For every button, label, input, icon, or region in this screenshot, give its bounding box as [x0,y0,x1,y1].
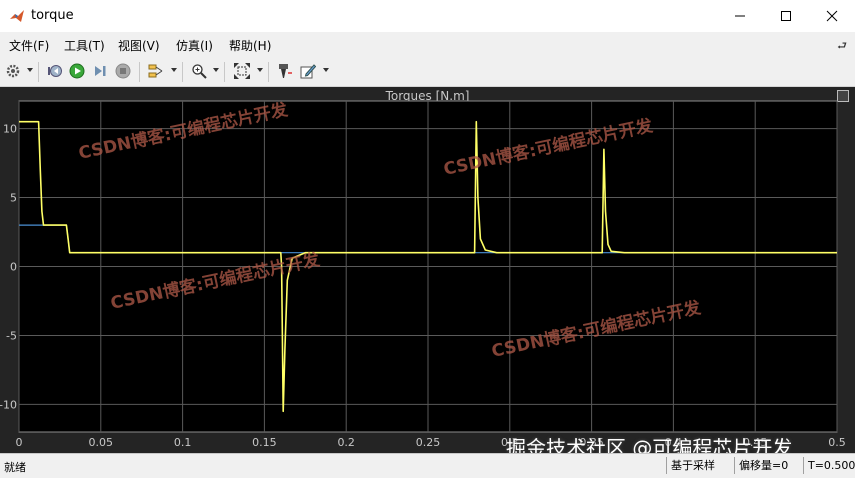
y-tick-label: -10 [0,398,17,411]
edit-style-icon [300,64,316,79]
zoom-icon [192,64,207,79]
x-tick-label: 0.2 [337,436,355,449]
toolbar-separator [38,62,39,82]
edit-style-button[interactable] [298,61,318,81]
y-tick-label: 0 [10,261,17,274]
run-icon [69,63,85,79]
status-ready: 就绪 [4,461,26,474]
run-button[interactable] [67,61,87,81]
stop-icon [115,63,131,79]
gear-icon [6,64,20,78]
step-back-button[interactable] [45,61,65,81]
status-bar: 就绪 基于采样 偏移量=0 T=0.500 [0,453,855,478]
maximize-button[interactable] [763,0,809,32]
maximize-icon [781,11,791,21]
title-bar: torque [0,0,855,33]
toolbar-separator [139,62,140,82]
x-tick-label: 0.25 [416,436,441,449]
toolbar-separator [182,62,183,82]
settings-dropdown-icon[interactable] [27,68,33,72]
menu-tools[interactable]: 工具(T) [64,37,105,54]
close-icon [826,10,838,22]
zoom-button[interactable] [189,61,209,81]
menu-shortcut-icon[interactable]: ⮐ [837,37,847,56]
scope-plot-area[interactable]: Torques [N.m] 0 0.05 0.1 0.15 0.2 0.25 0.3 0.35… [0,87,855,453]
fit-to-view-button[interactable] [232,61,252,81]
status-time: T=0.500 [803,457,855,474]
signal-selector-icon [148,64,163,78]
minimize-button[interactable] [717,0,763,32]
signal-selector-dropdown-icon[interactable] [171,68,177,72]
fit-to-view-icon [234,63,250,79]
status-sample-mode: 基于采样 [666,457,731,474]
close-button[interactable] [809,0,855,32]
step-forward-button[interactable] [90,61,110,81]
highlight-icon [279,64,292,78]
matlab-logo-icon [10,10,24,22]
menu-bar: 文件(F) 工具(T) 视图(V) 仿真(I) 帮助(H) ⮐ [0,32,855,58]
menu-help[interactable]: 帮助(H) [229,37,271,54]
x-tick-label: 0.1 [174,436,192,449]
toolbar-separator [224,62,225,82]
y-tick-label: 5 [10,192,17,205]
signal-selector-button[interactable] [146,61,166,81]
x-tick-label: 0.15 [252,436,277,449]
step-back-icon [48,65,62,77]
settings-button[interactable] [3,61,23,81]
menu-file[interactable]: 文件(F) [9,37,49,54]
x-tick-label: 0.05 [89,436,114,449]
y-tick-label: 10 [3,123,17,136]
fit-to-view-dropdown-icon[interactable] [257,68,263,72]
status-offset: 偏移量=0 [734,457,801,474]
minimize-icon [735,15,745,17]
torque-chart[interactable]: 0 0.05 0.1 0.15 0.2 0.25 0.3 0.35 0.4 0.45 0.5-10-… [0,87,855,453]
highlight-button[interactable] [275,61,295,81]
stop-button[interactable] [113,61,133,81]
toolbar-separator [268,62,269,82]
toolbar [0,58,855,87]
x-tick-label: 0.5 [828,436,846,449]
zoom-dropdown-icon[interactable] [213,68,219,72]
window-title: torque [31,8,74,23]
menu-view[interactable]: 视图(V) [118,37,160,54]
x-tick-label: 0 [16,436,23,449]
edit-style-dropdown-icon[interactable] [323,68,329,72]
menu-simulation[interactable]: 仿真(I) [176,37,213,54]
y-tick-label: -5 [6,329,17,342]
step-forward-icon [95,66,106,76]
